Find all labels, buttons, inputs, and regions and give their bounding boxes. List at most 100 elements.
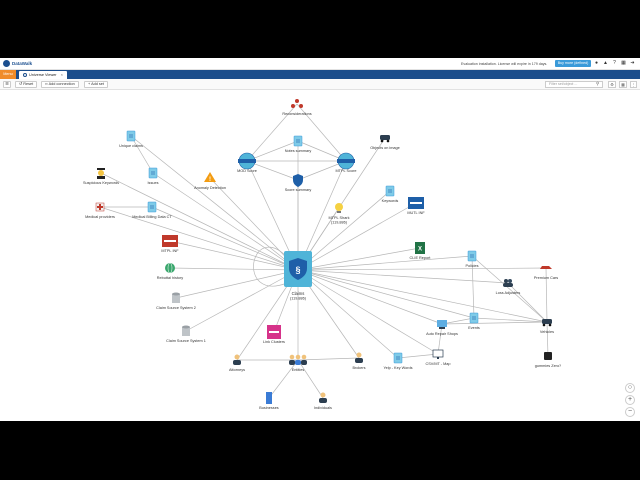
wrench-icon <box>437 320 447 329</box>
document-icon <box>148 167 158 179</box>
graph-node-reconsiderations[interactable]: Reconsiderations <box>282 99 312 116</box>
universe-graph[interactable]: §Claims(119,886) Reconsiderations Notes su… <box>0 58 640 421</box>
node-label: MTPL Shark <box>329 216 350 220</box>
graph-node-medical-billing[interactable]: Medical Billing Data CT <box>132 201 172 219</box>
node-label: CSV/MT - Map <box>425 362 450 366</box>
monitor-icon <box>432 349 444 359</box>
graph-node-suspicious-keywords[interactable]: Suspicious Keywords <box>83 168 119 185</box>
graph-node-csv-report[interactable]: X CLIE Report <box>410 242 432 260</box>
graph-node-loss-adjusters[interactable]: Loss Adjusters <box>496 279 521 295</box>
scoring-icon <box>337 152 355 170</box>
graph-edge <box>297 357 360 361</box>
node-label: MUTL INF <box>407 211 425 215</box>
network-icon <box>291 99 303 108</box>
scoring-icon <box>238 152 256 170</box>
graph-node-unique-claims[interactable]: Unique claims <box>119 130 143 148</box>
universe-viewer-app: DataWalk Evaluation installation. Licens… <box>0 58 640 421</box>
node-label: CLIE Report <box>410 256 432 260</box>
graph-edge <box>297 269 439 355</box>
graph-node-attorneys[interactable]: Attorneys <box>229 354 245 373</box>
graph-node-yelp[interactable]: Yelp - Key Words <box>383 352 413 370</box>
graph-node-mtpl-score[interactable]: MTPL Score <box>336 152 357 173</box>
node-label: Link Clusters <box>263 340 285 344</box>
graph-node-objects-on-image[interactable]: Objects on image <box>370 135 400 150</box>
shield-icon <box>293 174 303 187</box>
graph-node-auto-repair[interactable]: Auto Repair Shops <box>426 320 458 336</box>
node-label: gummies Zero? <box>535 364 561 368</box>
node-count: (119,886) <box>331 221 348 225</box>
graph-node-businesses[interactable]: Businesses <box>259 392 279 410</box>
graph-node-individuals[interactable]: Individuals <box>314 392 332 411</box>
node-label: Anomaly Detection <box>194 186 226 190</box>
database-icon <box>172 292 180 303</box>
node-label: Suspicious Keywords <box>83 181 119 185</box>
zoom-out-button[interactable]: − <box>625 407 635 417</box>
globe-icon <box>165 262 175 274</box>
graph-node-claim-src1[interactable]: Claim Source System 1 <box>166 325 206 344</box>
graph-edge <box>471 255 548 323</box>
graph-node-events[interactable]: Events <box>468 312 480 330</box>
graph-node-keywords[interactable]: Keywords <box>382 185 399 203</box>
graph-node-mtpl-shark[interactable]: MTPL Shark(119,886) <box>329 203 350 225</box>
document-icon <box>469 312 479 324</box>
document-icon <box>385 185 395 197</box>
graph-edge <box>297 269 443 325</box>
graph-edge <box>185 269 299 332</box>
graph-node-claims[interactable]: § Claims(119,886) <box>284 251 312 301</box>
graph-node-medical-info[interactable]: MTPL INF <box>161 235 179 253</box>
document-icon <box>467 250 477 262</box>
graph-node-medical-providers[interactable]: Medical providers <box>85 202 115 219</box>
graph-node-rebuttal-history[interactable]: Rebuttal history <box>157 262 183 280</box>
graph-edge <box>297 255 473 271</box>
node-label: Brokers <box>352 366 365 370</box>
car-icon <box>380 135 390 143</box>
graph-node-link-clusters[interactable]: Link Clusters <box>263 325 285 344</box>
document-icon <box>126 130 136 142</box>
graph-edge <box>297 202 417 271</box>
graph-node-anomaly-detection[interactable]: ! Anomaly Detection <box>194 172 226 190</box>
node-label: Loss Adjusters <box>496 291 521 295</box>
node-label: Objects on image <box>370 146 400 150</box>
zoom-in-button[interactable]: + <box>625 395 635 405</box>
graph-edge <box>441 321 548 325</box>
chip-icon <box>544 352 552 360</box>
graph-node-issues[interactable]: Issues <box>148 167 159 185</box>
graph-edge <box>297 267 547 271</box>
graph-nodes: §Claims(119,886) Reconsiderations Notes su… <box>83 99 561 410</box>
graph-node-mod-score[interactable]: MOD Score <box>237 152 257 173</box>
node-label: Claim Source System 2 <box>156 306 196 310</box>
document-icon <box>293 135 303 147</box>
svg-text:X: X <box>418 247 422 253</box>
node-label: Medical providers <box>85 215 115 219</box>
node-label: Score summary <box>285 188 312 192</box>
document-icon <box>393 352 403 364</box>
workflow-icon <box>162 235 178 247</box>
warning-icon: ! <box>204 172 216 183</box>
node-label: Auto Repair Shops <box>426 332 458 336</box>
node-label: MTPL INF <box>161 249 179 253</box>
node-label: Rebuttal history <box>157 276 183 280</box>
graph-edge <box>297 247 421 271</box>
node-label: Attorneys <box>229 368 245 372</box>
graph-node-gummies[interactable]: gummies Zero? <box>535 352 561 368</box>
document-icon <box>147 201 157 213</box>
graph-node-mutual-info[interactable]: MUTL INF <box>407 197 425 215</box>
node-label: Unique claims <box>119 144 143 148</box>
node-label: MTPL Score <box>336 169 357 173</box>
svg-text:!: ! <box>209 177 211 183</box>
graph-node-brokers[interactable]: Brokers <box>352 352 366 371</box>
fit-icon[interactable]: ○ <box>625 383 635 393</box>
graph-node-csv-map[interactable]: CSV/MT - Map <box>425 349 451 366</box>
node-label: Businesses <box>259 406 279 410</box>
node-label: Reconsiderations <box>282 112 311 116</box>
graph-node-policies[interactable]: Policies <box>465 250 479 268</box>
graph-edge <box>397 353 439 359</box>
database-icon <box>182 325 190 336</box>
graph-edge <box>297 359 324 399</box>
graph-edge <box>546 321 549 357</box>
graph-edge <box>130 135 154 174</box>
building-icon <box>266 392 272 404</box>
graph-edge <box>169 240 299 271</box>
node-label: Notes summary <box>285 149 312 153</box>
node-label: Events <box>468 326 480 330</box>
